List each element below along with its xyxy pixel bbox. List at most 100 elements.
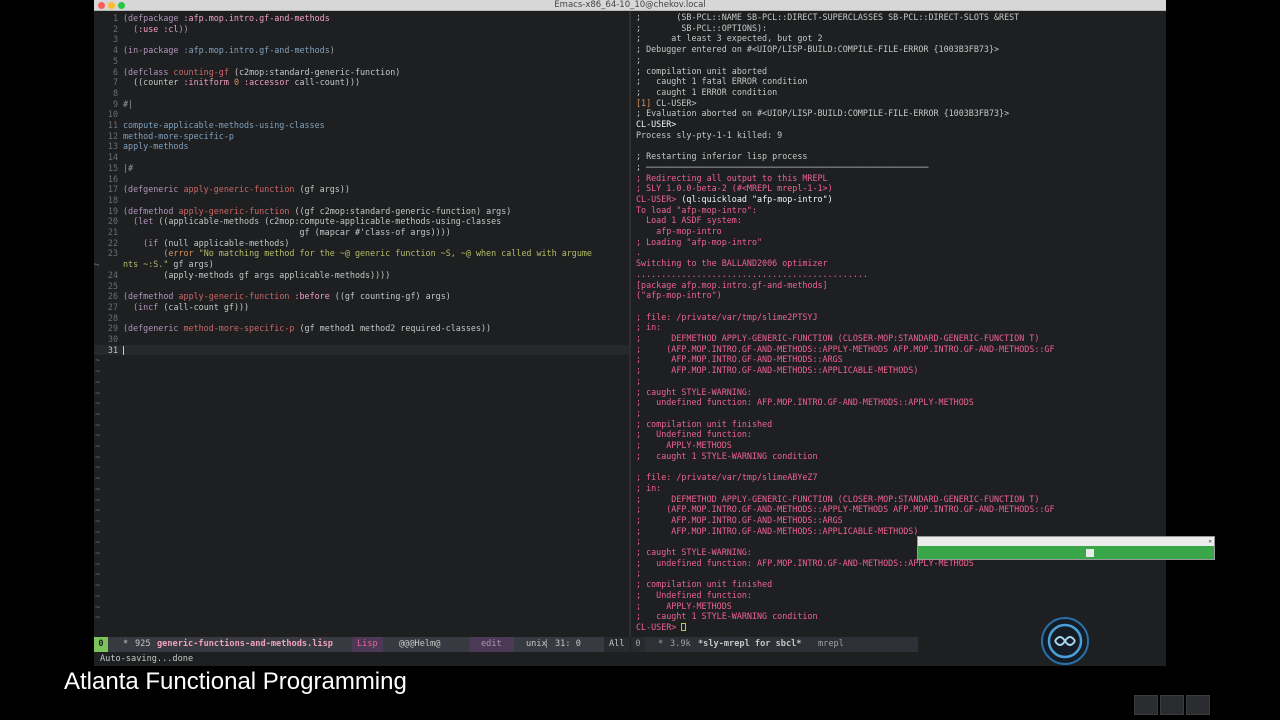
code-token: ; Redirecting all output to this MREPL [636, 172, 828, 183]
buffer-name[interactable]: *sly-mrepl for sbcl* [693, 637, 806, 652]
code-token: defmethod [128, 291, 174, 302]
code-token: ( [123, 248, 169, 259]
modeline-editor[interactable]: 0 * 925 generic-functions-and-methods.li… [94, 637, 630, 652]
code-token: ; AFP.MOP.INTRO.GF-AND-METHODS::ARGS [636, 514, 843, 525]
code-token: ; APPLY-METHODS [636, 440, 732, 450]
code-editor-pane[interactable]: 1 (defpackage :afp.mop.intro.gf-and-metho… [94, 11, 629, 637]
major-mode[interactable]: Lisp [352, 637, 383, 652]
repl-line: ; in: [631, 322, 1166, 333]
code-token: CL-USER> [636, 119, 677, 129]
code-token: ; file: /private/var/tmp/slimeABYeZ7 [636, 472, 818, 483]
window-number-indicator: 0 [631, 637, 645, 652]
line-number: 4 [112, 45, 118, 56]
code-token: CL-USER> [656, 97, 697, 108]
repl-cursor[interactable] [681, 623, 687, 632]
code-token: To load "afp-mop-intro": [636, 204, 758, 215]
repl-line: ; ──────────────────────────────────────… [631, 162, 1166, 173]
cursor-position: 31: 0 [555, 639, 581, 649]
code-token: ; DEFMETHOD APPLY-GENERIC-FUNCTION (CLOS… [636, 333, 1040, 343]
repl-line: Process sly-pty-1-1 killed: 9 [631, 130, 1166, 141]
code-token: :accessor [244, 77, 290, 88]
repl-line: ; file: /private/var/tmp/slimeABYeZ7 [631, 472, 1166, 483]
repl-text: ; caught STYLE-WARNING: [636, 547, 752, 558]
code-token: Process sly-pty-1-1 killed: 9 [636, 129, 783, 140]
code-token: apply-methods [123, 141, 189, 152]
repl-line: ; (AFP.MOP.INTRO.GF-AND-METHODS::APPLY-M… [631, 344, 1166, 355]
buffer-name[interactable]: generic-functions-and-methods.lisp [152, 637, 338, 652]
line-number: 30 [107, 334, 118, 344]
code-text: (defmethod apply-generic-function ((gf c… [123, 206, 511, 217]
repl-line: ("afp-mop-intro") [631, 290, 1166, 301]
repl-line: ; AFP.MOP.INTRO.GF-AND-METHODS::APPLICAB… [631, 365, 1166, 376]
code-token: ; in: [636, 322, 662, 333]
code-token: ; Evaluation aborted on #<UIOP/LISP-BUIL… [636, 108, 1010, 119]
line-number: 27 [107, 301, 118, 312]
repl-line: ; at least 3 expected, but got 2 [631, 33, 1166, 44]
line-number: 20 [107, 216, 118, 227]
repl-line: ; compilation unit finished [631, 419, 1166, 430]
popup-button[interactable] [1086, 549, 1094, 557]
repl-line: ; SLY 1.0.0-beta-2 (#<MREPL mrepl-1-1>) [631, 183, 1166, 194]
repl-text: ; ──────────────────────────────────────… [636, 162, 928, 173]
code-token: ((gf counting-gf) args) [329, 291, 451, 302]
line-number: 11 [107, 120, 118, 130]
notification-popup[interactable]: ✕ [917, 536, 1215, 560]
code-token: defgeneric [128, 184, 179, 195]
echo-area: Auto-saving...done [94, 652, 629, 666]
repl-line: CL-USER> [631, 119, 1166, 130]
code-text: (incf (call-count gf))) [123, 302, 249, 313]
line-number: 28 [107, 312, 118, 323]
lambda-logo-icon [1047, 623, 1083, 659]
participant-thumbnail [1134, 695, 1158, 715]
repl-text: ; Undefined function: [636, 590, 752, 601]
major-mode[interactable]: mrepl [813, 637, 849, 652]
minor-modes[interactable]: @@@Helm@ [394, 637, 445, 652]
code-token: ; SB-PCL::OPTIONS): [636, 22, 768, 33]
modeline-repl[interactable]: 0 * 3.9k *sly-mrepl for sbcl* mrepl [631, 637, 918, 652]
code-token: incf [138, 301, 159, 312]
repl-text: ; Redirecting all output to this MREPL [636, 173, 828, 184]
code-token: Load 1 ASDF system: [636, 215, 742, 226]
repl-line: ; Undefined function: [631, 590, 1166, 601]
repl-text: ; AFP.MOP.INTRO.GF-AND-METHODS::ARGS [636, 515, 843, 526]
repl-text: ; undefined function: AFP.MOP.INTRO.GF-A… [636, 397, 974, 408]
code-token: :afp.mop.intro.gf-and-methods [178, 13, 330, 23]
title-bar: Emacs-x86_64-10_10@chekov.local [94, 0, 1166, 11]
line-number: 29 [107, 323, 118, 334]
code-token: if [148, 237, 159, 248]
line-number: 2 [112, 23, 118, 34]
video-thumbnails [1134, 695, 1210, 715]
code-token: ; compilation unit finished [636, 418, 773, 429]
meetup-logo [1041, 617, 1089, 665]
code-token: ; AFP.MOP.INTRO.GF-AND-METHODS::ARGS [636, 354, 843, 365]
code-text: (:use :cl)) [123, 24, 189, 35]
code-token: ; caught STYLE-WARNING: [636, 386, 752, 397]
code-text: (defmethod apply-generic-function :befor… [123, 291, 451, 302]
repl-text: ; compilation unit finished [636, 579, 772, 590]
code-text [123, 345, 124, 356]
code-token: ; Debugger entered on #<UIOP/LISP-BUILD:… [636, 44, 1000, 55]
popup-banner [918, 546, 1214, 559]
repl-line: ; AFP.MOP.INTRO.GF-AND-METHODS::APPLICAB… [631, 526, 1166, 537]
repl-line: ; caught 1 ERROR condition [631, 87, 1166, 98]
code-token: CL-USER> [636, 621, 682, 632]
repl-text: ; file: /private/var/tmp/slimeABYeZ7 [636, 472, 818, 483]
code-token: defpackage [128, 13, 179, 23]
close-icon[interactable]: ✕ [1208, 537, 1212, 546]
repl-line: ; Undefined function: [631, 429, 1166, 440]
line-number: 9 [112, 98, 118, 109]
repl-text: ........................................… [636, 269, 868, 280]
repl-text: . [636, 247, 641, 258]
line-number: 18 [107, 194, 118, 205]
repl-line: ; AFP.MOP.INTRO.GF-AND-METHODS::ARGS [631, 354, 1166, 365]
code-token: ; Loading "afp-mop-intro" [636, 236, 763, 247]
repl-line: ; (SB-PCL::NAME SB-PCL::DIRECT-SUPERCLAS… [631, 12, 1166, 23]
repl-text: ; [636, 408, 641, 419]
code-token: method-more-specific-p [178, 323, 295, 334]
code-line[interactable]: 31 [94, 344, 629, 356]
repl-text: ; file: /private/var/tmp/slime2PTSYJ [636, 312, 818, 323]
code-token: CL-USER> [636, 193, 682, 204]
code-token: (call-count gf))) [158, 301, 250, 312]
window-number-indicator: 0 [94, 637, 108, 652]
code-token: ((applicable-methods (c2mop:compute-appl… [153, 216, 502, 227]
